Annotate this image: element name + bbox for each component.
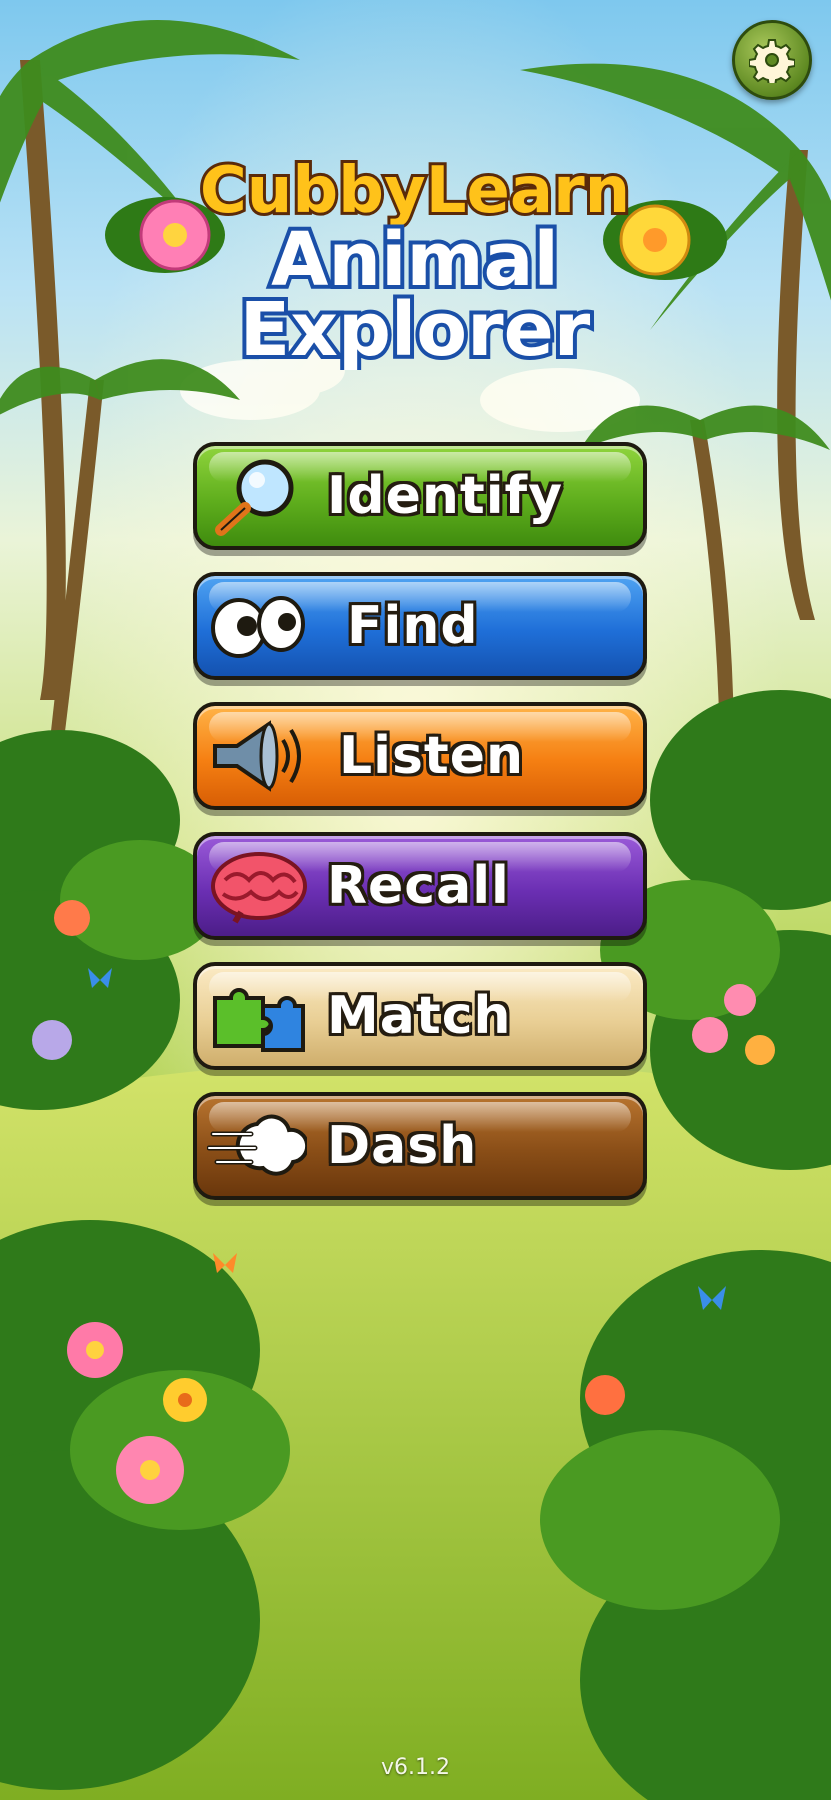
speaker-icon [213, 720, 301, 792]
recall-button[interactable]: Recall [193, 832, 647, 940]
version-text: v6.1.2 [381, 1755, 450, 1780]
eyes-icon [211, 596, 305, 658]
identify-button[interactable]: Identify [193, 442, 647, 550]
settings-button[interactable] [732, 20, 812, 100]
dash-cloud-icon [207, 1114, 307, 1176]
game-logo: CubbyLearn Animal Explorer [90, 140, 740, 377]
find-label: Find [347, 596, 479, 656]
puzzle-icon [213, 988, 305, 1052]
main-menu-screen: CubbyLearn Animal Explorer Identify Find… [0, 0, 831, 1800]
gear-icon [749, 39, 795, 83]
find-button[interactable]: Find [193, 572, 647, 680]
listen-label: Listen [339, 726, 525, 786]
match-label: Match [327, 986, 512, 1046]
brain-icon [211, 852, 307, 924]
listen-button[interactable]: Listen [193, 702, 647, 810]
dash-label: Dash [327, 1116, 478, 1176]
recall-label: Recall [327, 856, 510, 916]
match-button[interactable]: Match [193, 962, 647, 1070]
title-line-2: Explorer [240, 287, 591, 370]
magnifier-icon [215, 459, 294, 536]
identify-label: Identify [327, 466, 564, 526]
dash-button[interactable]: Dash [193, 1092, 647, 1200]
